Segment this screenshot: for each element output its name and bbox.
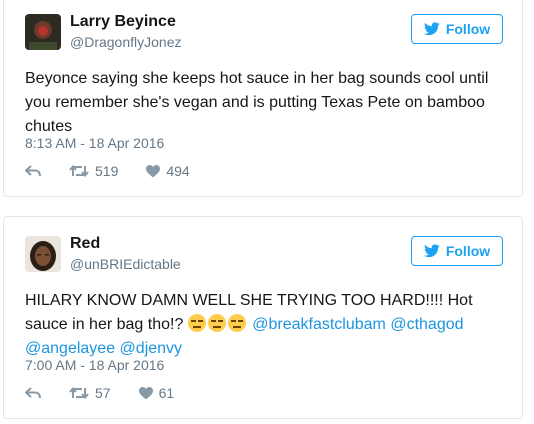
mention-link[interactable]: @cthagod: [390, 316, 463, 333]
reply-icon: [25, 165, 41, 177]
heart-icon: [146, 164, 161, 177]
retweet-icon: [69, 386, 89, 400]
reply-button[interactable]: [25, 386, 41, 400]
twitter-bird-icon: [423, 244, 440, 258]
retweet-count: 57: [95, 385, 111, 401]
tweet-card: Red @unBRIEdictable Follow HILARY KNOW D…: [3, 216, 523, 419]
user-handle[interactable]: @unBRIEdictable: [70, 256, 181, 272]
tweet-timestamp[interactable]: 7:00 AM - 18 Apr 2016: [25, 357, 164, 373]
like-count: 61: [158, 385, 175, 401]
like-count: 494: [166, 163, 190, 179]
avatar[interactable]: [25, 236, 61, 272]
display-name[interactable]: Red: [70, 235, 100, 253]
user-handle[interactable]: @DragonflyJonez: [70, 34, 182, 50]
follow-label: Follow: [445, 243, 491, 259]
follow-button[interactable]: Follow: [411, 236, 503, 266]
tweet-card: Larry Beyince @DragonflyJonez Follow Bey…: [3, 0, 523, 197]
tweet-actions: 519 494: [25, 163, 218, 179]
reply-icon: [25, 387, 41, 399]
heart-icon: [138, 386, 153, 399]
tweet-text: Beyonce saying she keeps hot sauce in he…: [25, 70, 489, 135]
expressionless-emoji-icon: [187, 314, 248, 333]
reply-button[interactable]: [25, 164, 41, 178]
like-button[interactable]: 61: [138, 385, 175, 401]
follow-label: Follow: [445, 21, 491, 37]
tweet-actions: 57 61: [25, 385, 202, 401]
display-name[interactable]: Larry Beyince: [70, 13, 176, 31]
retweet-count: 519: [95, 163, 119, 179]
retweet-icon: [69, 164, 89, 178]
retweet-button[interactable]: 57: [69, 385, 111, 401]
retweet-button[interactable]: 519: [69, 163, 118, 179]
follow-button[interactable]: Follow: [411, 14, 503, 44]
mention-link[interactable]: @djenvy: [120, 340, 183, 357]
tweet-text: HILARY KNOW DAMN WELL SHE TRYING TOO HAR…: [25, 289, 510, 361]
twitter-bird-icon: [423, 22, 440, 36]
tweet-timestamp[interactable]: 8:13 AM - 18 Apr 2016: [25, 135, 164, 151]
mention-link[interactable]: @angelayee: [25, 340, 115, 357]
avatar[interactable]: [25, 14, 61, 50]
like-button[interactable]: 494: [146, 163, 190, 179]
mention-link[interactable]: @breakfastclubam: [252, 316, 386, 333]
